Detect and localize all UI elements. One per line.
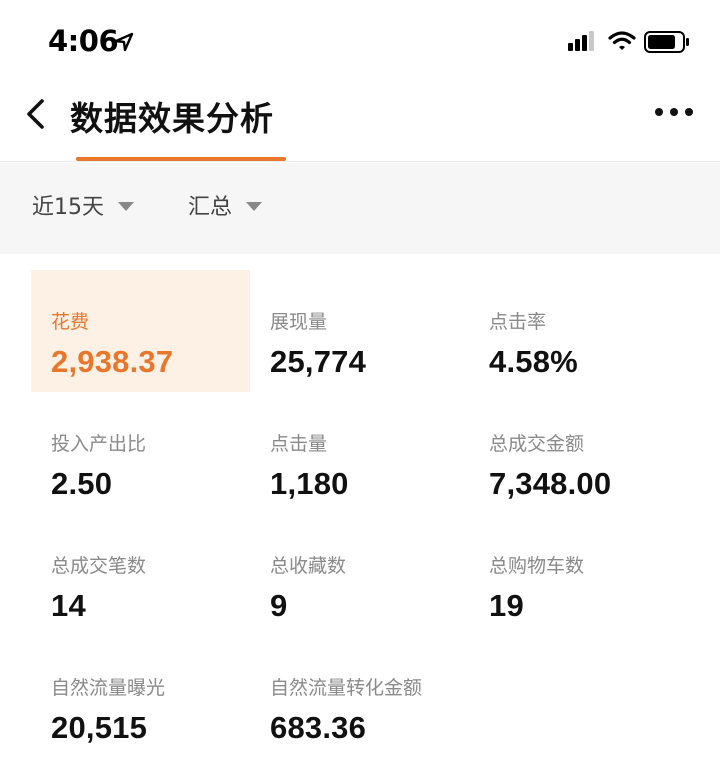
- caret-down-icon: [118, 201, 134, 211]
- metric-label: 展现量: [270, 311, 328, 333]
- title-underline: [76, 157, 286, 161]
- date-range-label: 近15天: [32, 195, 104, 220]
- metric-gmv[interactable]: 总成交金额 7,348.00: [469, 392, 688, 514]
- metric-label: 自然流量转化金额: [270, 677, 423, 699]
- signal-icon: [568, 31, 594, 51]
- status-time: 4:06: [48, 24, 119, 58]
- metric-value: 4.58%: [489, 344, 578, 379]
- metric-clicks[interactable]: 点击量 1,180: [250, 392, 469, 514]
- metric-value: 25,774: [270, 344, 367, 379]
- metric-value: 20,515: [51, 710, 148, 745]
- metric-label: 总购物车数: [489, 555, 585, 577]
- metric-cart-adds[interactable]: 总购物车数 19: [469, 514, 688, 636]
- metric-organic-exposure[interactable]: 自然流量曝光 20,515: [31, 636, 250, 758]
- metric-value: 7,348.00: [489, 466, 612, 501]
- page-title: 数据效果分析: [70, 99, 274, 138]
- metric-label: 总收藏数: [270, 555, 347, 577]
- filter-bar: 近15天 汇总: [0, 163, 720, 254]
- metric-value: 1,180: [270, 466, 349, 501]
- wifi-icon: [608, 31, 636, 50]
- metric-orders[interactable]: 总成交笔数 14: [31, 514, 250, 636]
- metric-value: 14: [51, 588, 86, 623]
- metric-value: 9: [270, 588, 288, 623]
- metric-value: 2.50: [51, 466, 113, 501]
- metric-impressions[interactable]: 展现量 25,774: [250, 270, 469, 392]
- metric-label: 点击率: [489, 311, 547, 333]
- metric-organic-conversion[interactable]: 自然流量转化金额 683.36: [250, 636, 469, 758]
- metric-value: 19: [489, 588, 524, 623]
- metric-value: 683.36: [270, 710, 367, 745]
- metric-label: 投入产出比: [51, 433, 147, 455]
- metric-roi[interactable]: 投入产出比 2.50: [31, 392, 250, 514]
- metric-ctr[interactable]: 点击率 4.58%: [469, 270, 688, 392]
- location-arrow-icon: [114, 32, 134, 52]
- chevron-left-icon[interactable]: [22, 98, 50, 130]
- metric-value: 2,938.37: [51, 344, 174, 379]
- metric-favorites[interactable]: 总收藏数 9: [250, 514, 469, 636]
- more-dots-icon[interactable]: [654, 104, 694, 120]
- caret-down-icon: [246, 201, 263, 211]
- status-bar: 4:06: [0, 0, 720, 84]
- metric-cost[interactable]: 花费 2,938.37: [31, 270, 250, 392]
- aggregation-dropdown[interactable]: 汇总: [188, 189, 263, 221]
- aggregation-label: 汇总: [188, 195, 233, 220]
- metric-label: 总成交金额: [489, 433, 585, 455]
- date-range-dropdown[interactable]: 近15天: [32, 189, 134, 221]
- metric-label: 自然流量曝光: [51, 677, 166, 699]
- metric-label: 点击量: [270, 433, 328, 455]
- metric-label: 总成交笔数: [51, 555, 147, 577]
- metric-label: 花费: [51, 311, 90, 333]
- battery-icon: [644, 31, 689, 53]
- header: 数据效果分析: [0, 84, 720, 162]
